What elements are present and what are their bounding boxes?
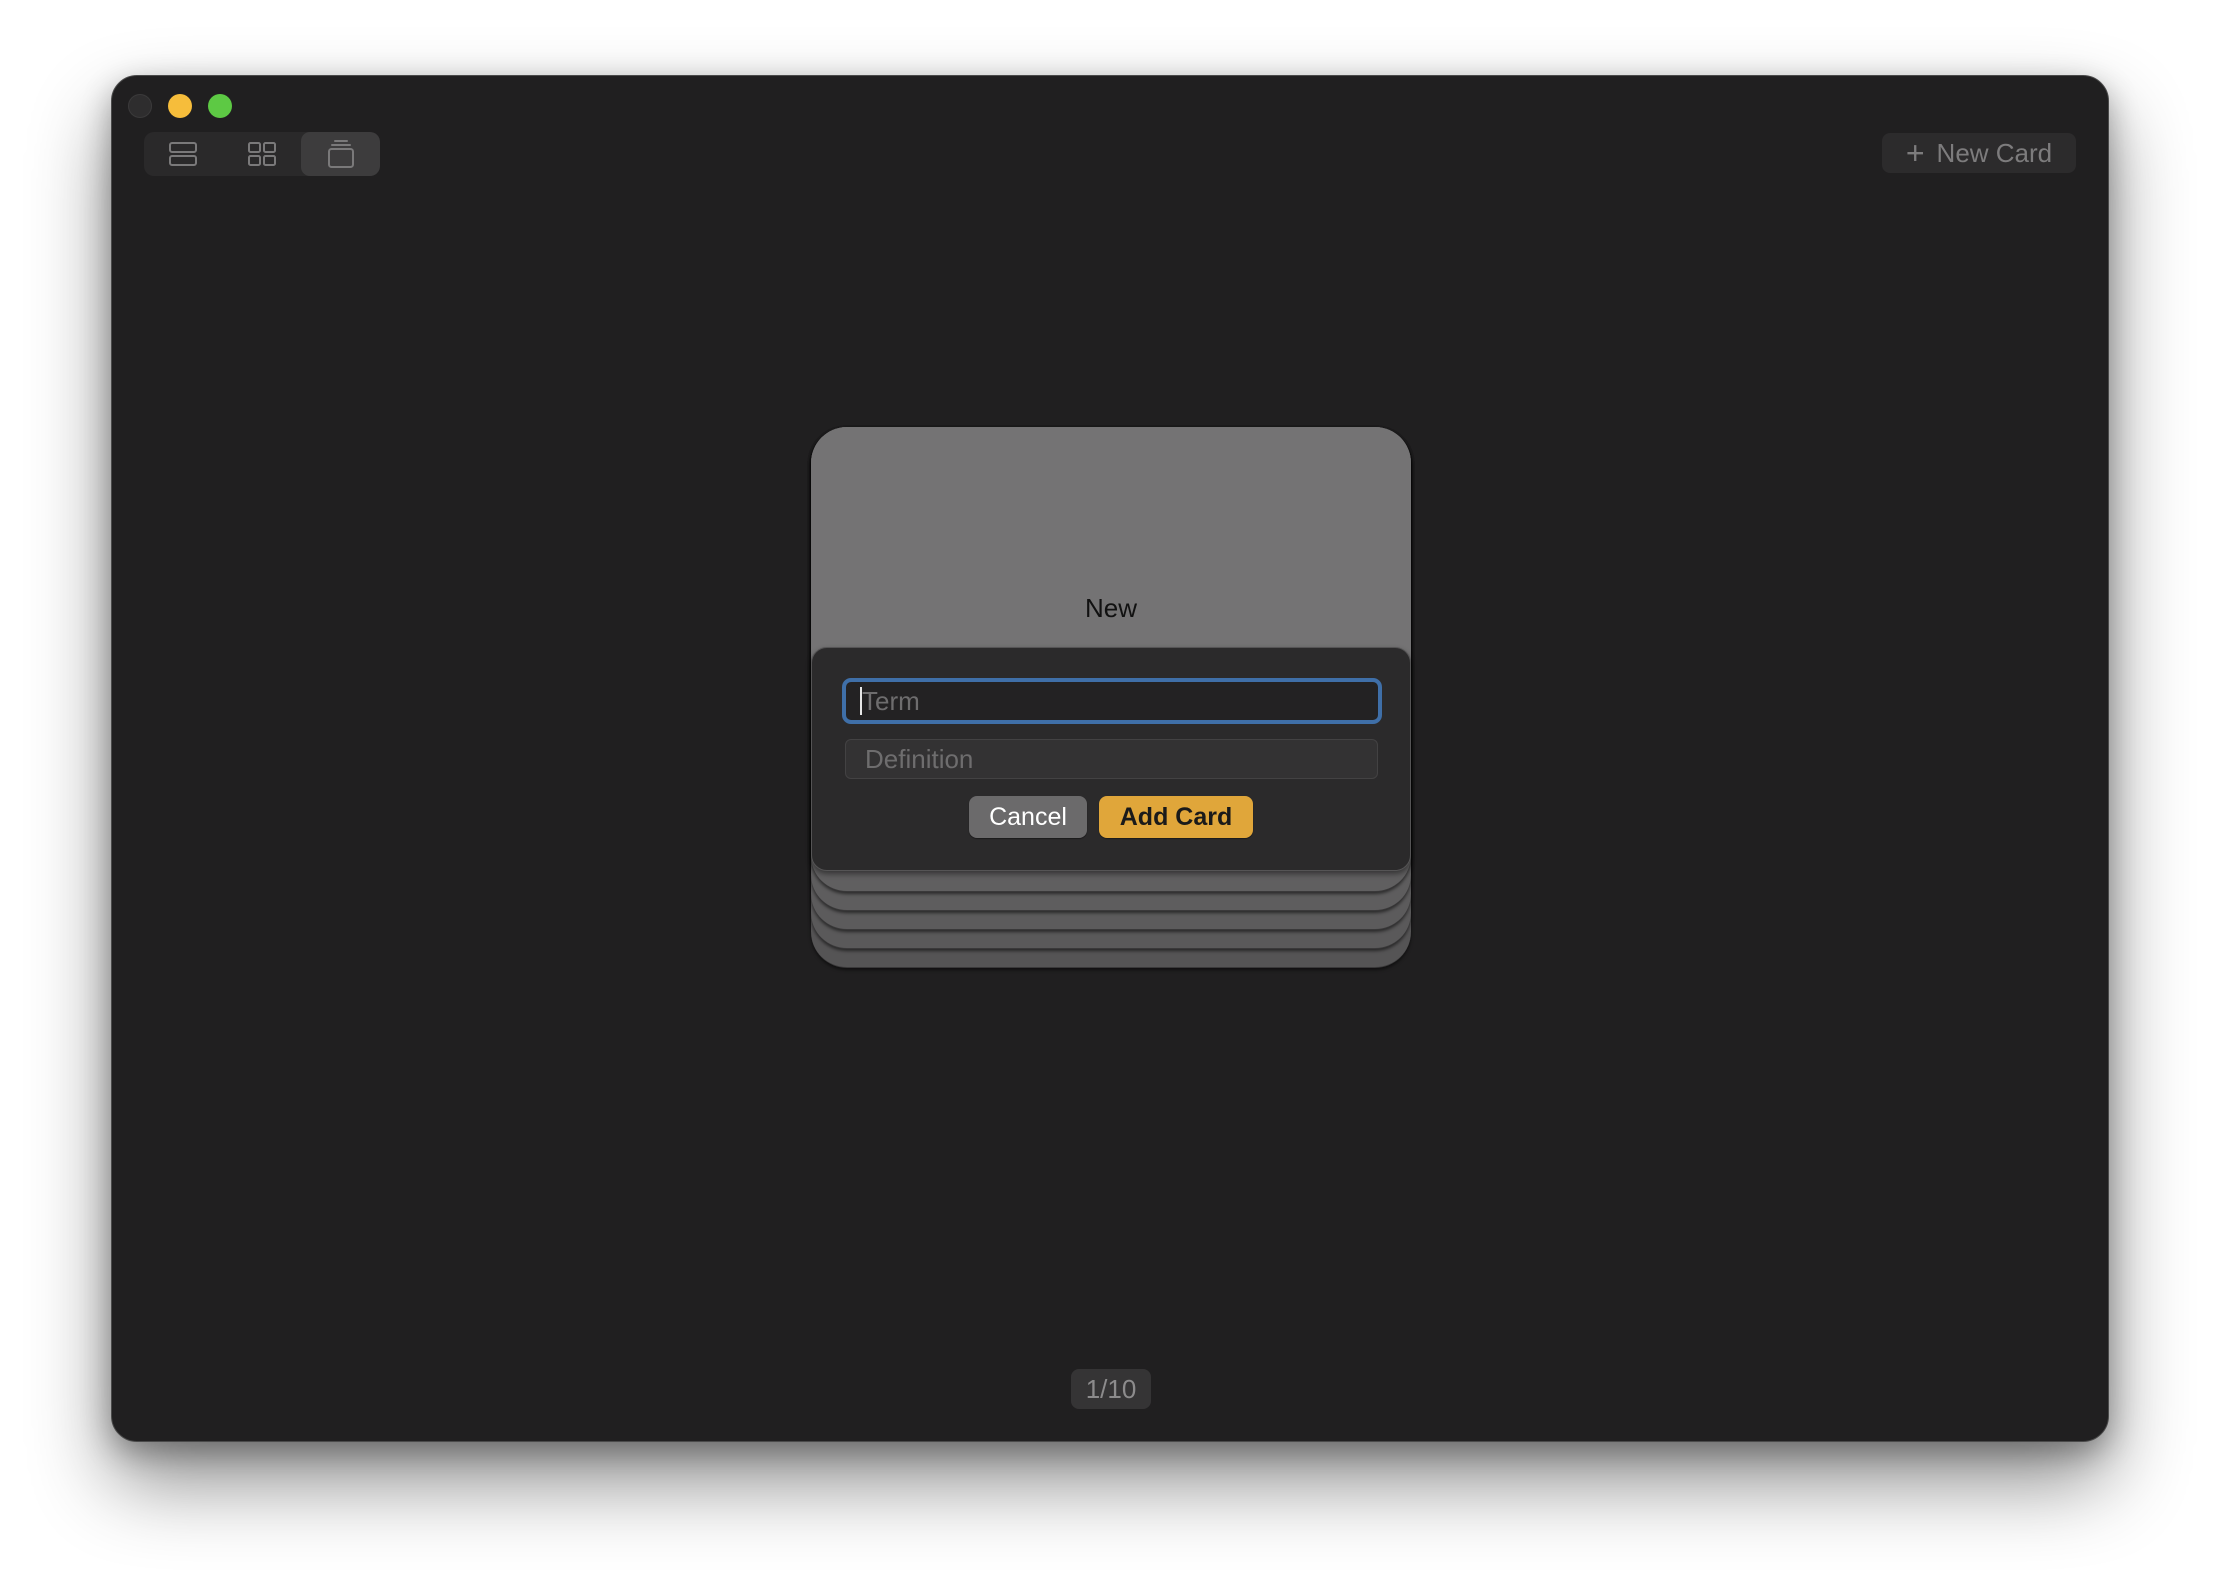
stack-view-button[interactable] (301, 132, 380, 176)
add-card-button[interactable]: Add Card (1099, 796, 1253, 838)
new-card-label: New Card (1936, 137, 2053, 168)
new-card-form: Term Definition Cancel Add Card (811, 647, 1411, 871)
cancel-button[interactable]: Cancel (969, 796, 1087, 838)
plus-icon: + (1905, 135, 1925, 171)
rows-icon (168, 141, 198, 167)
new-card-button[interactable]: + New Card (1882, 133, 2076, 173)
view-mode-segmented-control (144, 132, 380, 176)
definition-input[interactable]: Definition (845, 739, 1378, 779)
card-title: New (1084, 593, 1137, 623)
app-window: + New Card New Term Definition Cancel Ad… (111, 75, 2109, 1442)
current-card: New (811, 427, 1411, 667)
list-view-button[interactable] (144, 132, 223, 176)
definition-placeholder: Definition (865, 743, 974, 774)
close-window-button[interactable] (128, 94, 152, 118)
page-indicator: 1/10 (1071, 1369, 1151, 1409)
card-stack-icon (326, 139, 356, 169)
term-input[interactable]: Term (842, 678, 1382, 724)
grid-view-button[interactable] (223, 132, 302, 176)
zoom-window-button[interactable] (208, 94, 232, 118)
minimize-window-button[interactable] (168, 94, 192, 118)
grid-icon (247, 141, 277, 167)
term-placeholder: Term (862, 685, 920, 716)
card-stack: New Term Definition Cancel Add Card (811, 427, 1411, 968)
